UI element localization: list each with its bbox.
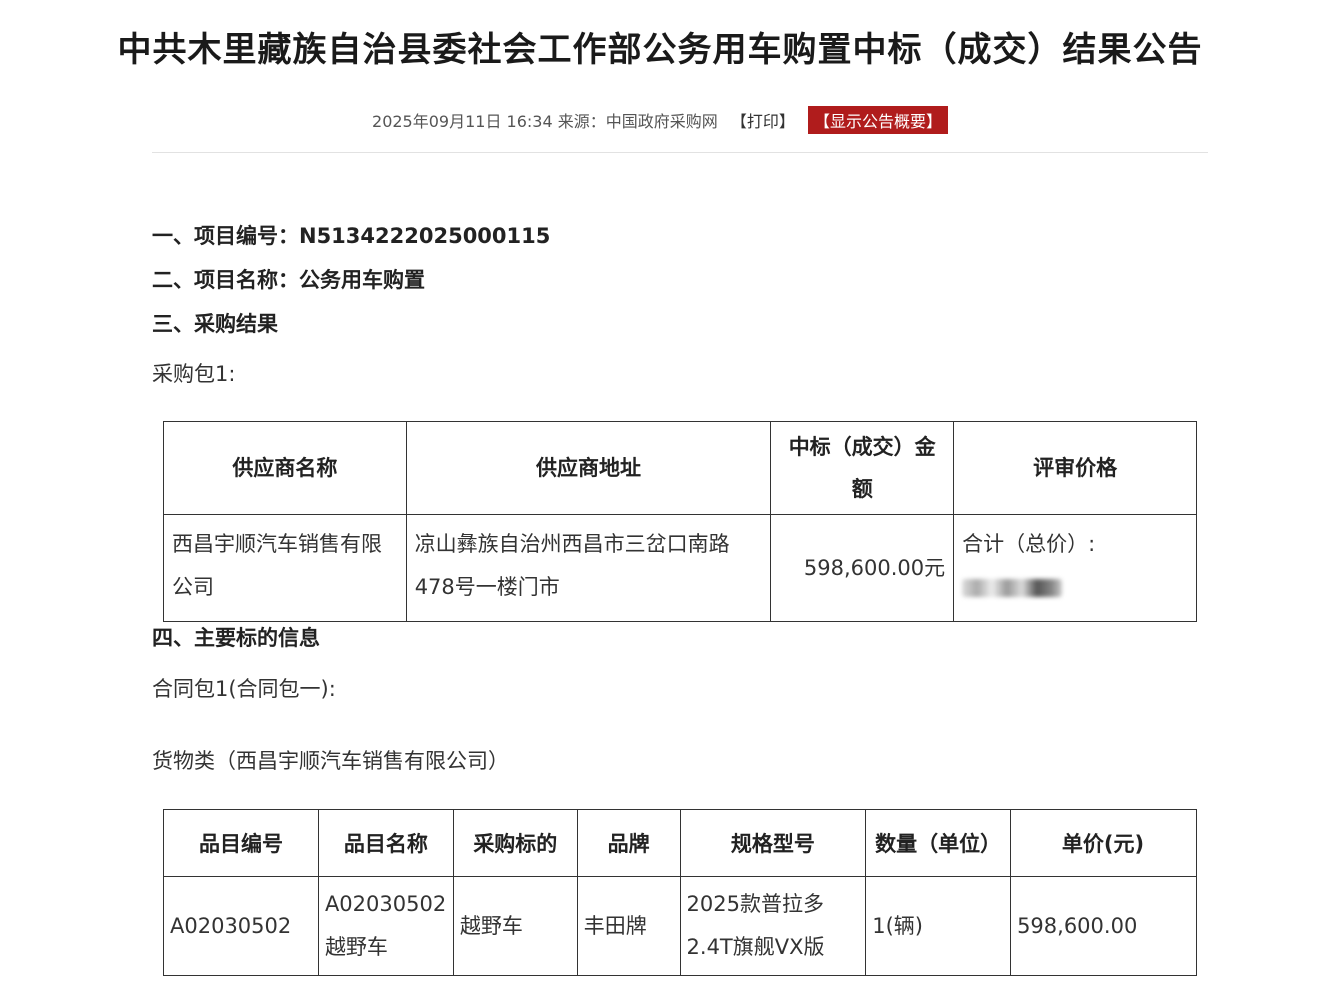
cell-address: 凉山彝族自治州西昌市三岔口南路478号一楼门市 <box>405 514 772 622</box>
header-model: 规格型号 <box>679 809 867 877</box>
page-title: 中共木里藏族自治县委社会工作部公务用车购置中标（成交）结果公告 <box>117 30 1203 70</box>
goods-category-label: 货物类（西昌宇顺汽车销售有限公司） <box>152 749 509 773</box>
table-row: 西昌宇顺汽车销售有限公司 凉山彝族自治州西昌市三岔口南路478号一楼门市 598… <box>163 514 1197 622</box>
package-label: 采购包1: <box>152 362 236 386</box>
header-unit-price: 单价(元) <box>1010 809 1197 877</box>
subject-table: 品目编号 品目名称 采购标的 品牌 规格型号 数量（单位） 单价(元) A020… <box>163 809 1197 976</box>
cell-quantity: 1(辆) <box>865 876 1012 976</box>
header-supplier-name: 供应商名称 <box>163 421 407 515</box>
show-summary-button[interactable]: 【显示公告概要】 <box>807 106 948 134</box>
table-header-row: 品目编号 品目名称 采购标的 品牌 规格型号 数量（单位） 单价(元) <box>163 809 1197 877</box>
header-item-name: 品目名称 <box>317 809 454 877</box>
contract-package-label: 合同包1(合同包一): <box>152 677 336 701</box>
result-table: 供应商名称 供应商地址 中标（成交）金额 评审价格 西昌宇顺汽车销售有限公司 凉… <box>163 421 1197 622</box>
project-name: 二、项目名称：公务用车购置 <box>152 268 425 292</box>
header-supplier-address: 供应商地址 <box>405 421 772 515</box>
print-link[interactable]: 【打印】 <box>731 112 795 131</box>
cell-target: 越野车 <box>452 876 578 976</box>
cell-review: 合计（总价）: <box>953 514 1197 622</box>
header-review-price: 评审价格 <box>953 421 1197 515</box>
header-bid-amount: 中标（成交）金额 <box>770 421 955 515</box>
meta-line: 2025年09月11日 16:34 来源：中国政府采购网 【打印】 【显示公告概… <box>0 106 1320 134</box>
cell-item-code: A02030502 <box>163 876 319 976</box>
table-row: A02030502 A02030502越野车 越野车 丰田牌 2025款普拉多2… <box>163 876 1197 976</box>
cell-brand: 丰田牌 <box>576 876 681 976</box>
redacted-value <box>962 579 1063 597</box>
header-target: 采购标的 <box>452 809 578 877</box>
header-quantity: 数量（单位） <box>865 809 1012 877</box>
header-brand: 品牌 <box>576 809 681 877</box>
cell-model: 2025款普拉多2.4T旗舰VX版 <box>679 876 867 976</box>
table-header-row: 供应商名称 供应商地址 中标（成交）金额 评审价格 <box>163 421 1197 515</box>
cell-supplier: 西昌宇顺汽车销售有限公司 <box>163 514 407 622</box>
divider <box>152 152 1208 153</box>
review-total-label: 合计（总价）: <box>962 532 1096 556</box>
cell-amount: 598,600.00元 <box>770 514 955 622</box>
procurement-result-heading: 三、采购结果 <box>152 312 278 336</box>
main-subject-heading: 四、主要标的信息 <box>152 626 320 650</box>
source-text: 来源：中国政府采购网 <box>557 112 718 131</box>
project-number: 一、项目编号：N5134222025000115 <box>152 224 551 248</box>
cell-item-name: A02030502越野车 <box>317 876 454 976</box>
cell-unit-price: 598,600.00 <box>1010 876 1197 976</box>
publish-datetime: 2025年09月11日 16:34 <box>372 112 553 131</box>
header-item-code: 品目编号 <box>163 809 319 877</box>
